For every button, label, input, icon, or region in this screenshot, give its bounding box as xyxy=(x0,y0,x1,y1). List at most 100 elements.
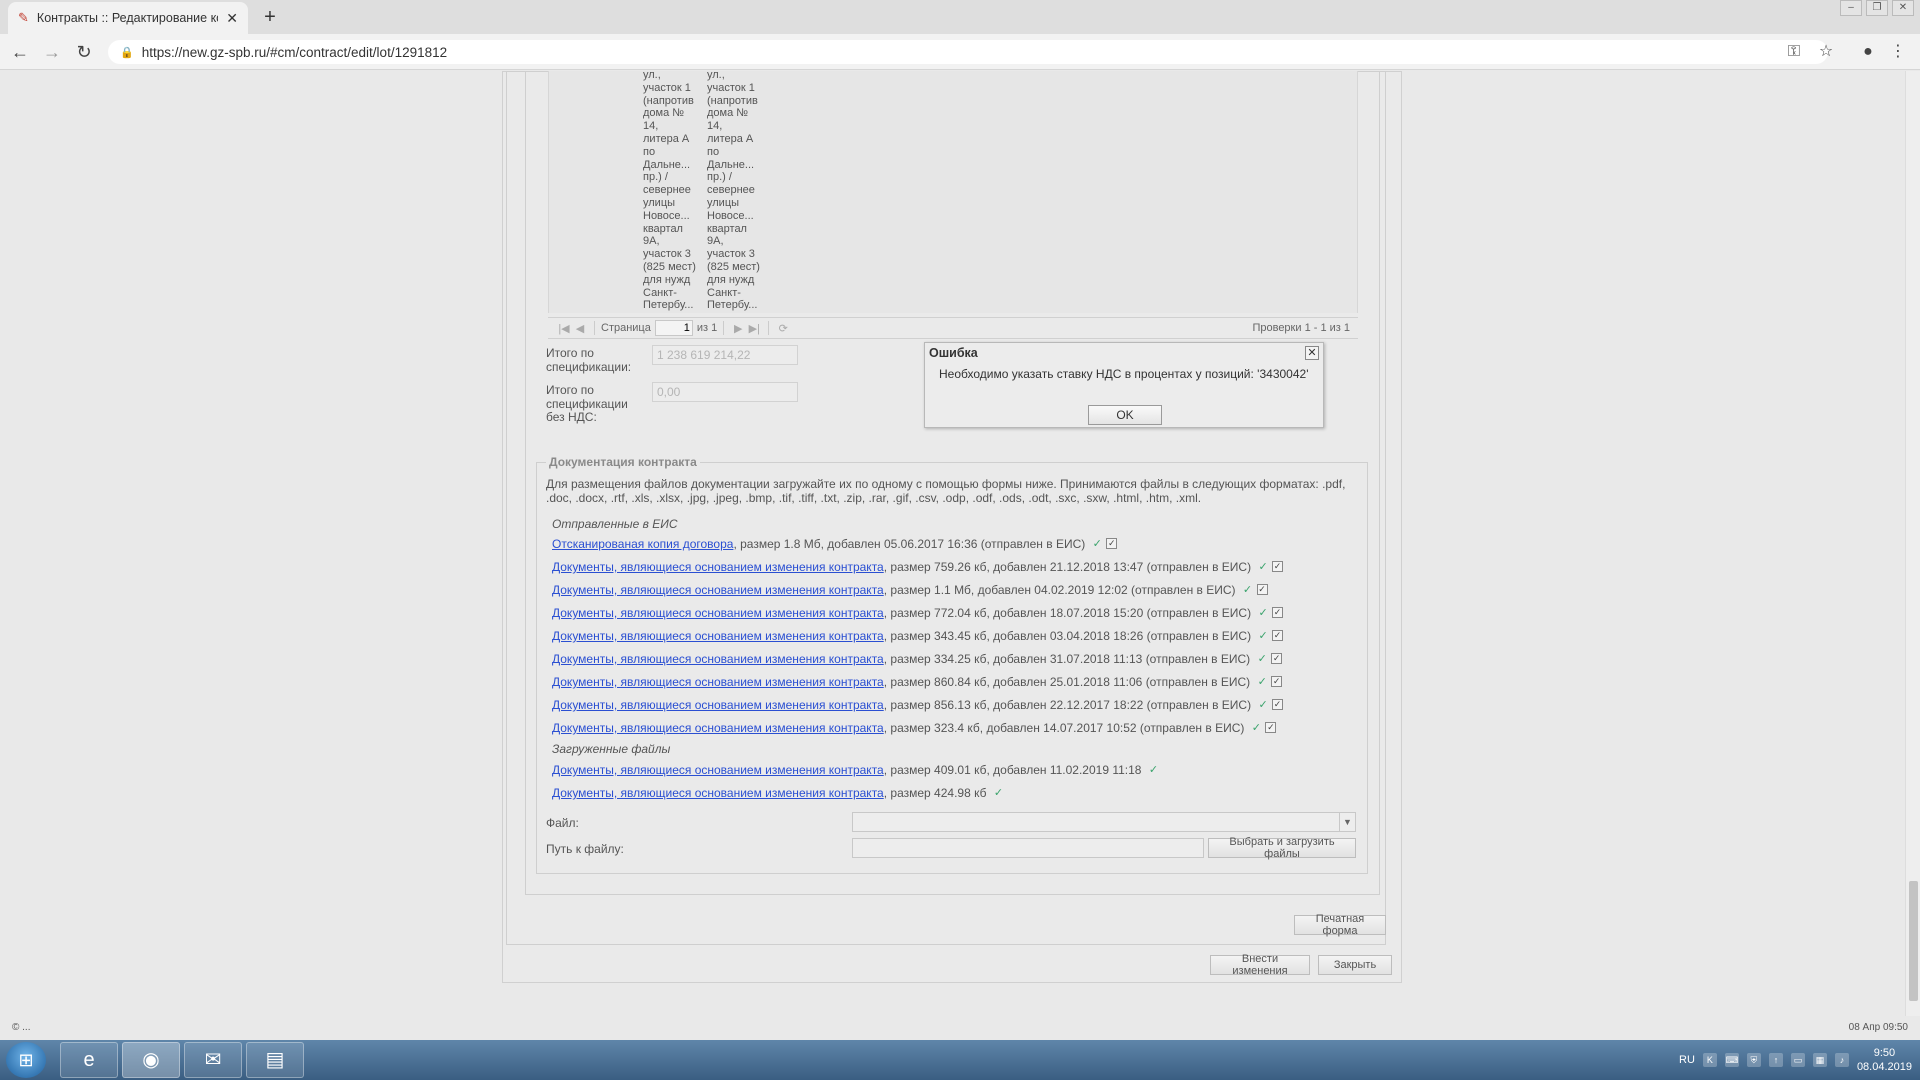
next-page-icon[interactable]: ▶ xyxy=(730,322,746,335)
path-label: Путь к файлу: xyxy=(546,842,624,856)
sent-checkbox[interactable]: ✓ xyxy=(1272,699,1284,710)
sent-checkbox[interactable]: ✓ xyxy=(1271,676,1283,687)
account-icon[interactable]: ● xyxy=(1858,42,1878,62)
address-bar[interactable]: 🔒 https://new.gz-spb.ru/#cm/contract/edi… xyxy=(108,40,1828,64)
table-cell-line: Новосе... xyxy=(643,209,690,222)
update-icon[interactable]: ↑ xyxy=(1768,1053,1783,1067)
document-link[interactable]: Документы, являющиеся основанием изменен… xyxy=(552,606,884,620)
table-cell-line: Дальне... xyxy=(707,158,755,171)
close-button[interactable]: Закрыть xyxy=(1318,955,1392,975)
sent-checkbox[interactable]: ✓ xyxy=(1272,607,1284,618)
network-icon[interactable]: ▦ xyxy=(1812,1053,1827,1067)
sent-checkbox[interactable]: ✓ xyxy=(1106,538,1118,549)
tab-title: Контракты :: Редактирование ко xyxy=(36,11,219,25)
dialog-close-icon[interactable]: ✕ xyxy=(1305,346,1319,360)
pager-separator xyxy=(768,321,770,335)
page-label: Страница xyxy=(601,322,651,334)
bookmark-star-icon[interactable]: ☆ xyxy=(1816,42,1836,62)
status-left: © ... xyxy=(12,1022,31,1033)
language-indicator[interactable]: RU xyxy=(1679,1054,1695,1066)
page-scrollbar[interactable] xyxy=(1905,71,1920,1016)
menu-icon[interactable]: ⋮ xyxy=(1888,42,1908,62)
chevron-down-icon[interactable]: ▼ xyxy=(1339,813,1355,831)
maximize-button[interactable]: ❐ xyxy=(1866,0,1888,16)
antivirus-icon[interactable]: K xyxy=(1702,1053,1717,1067)
document-link[interactable]: Документы, являющиеся основанием изменен… xyxy=(552,629,884,643)
dialog-ok-button[interactable]: OK xyxy=(1088,405,1162,425)
document-link[interactable]: Документы, являющиеся основанием изменен… xyxy=(552,560,884,574)
signature-icon[interactable]: ✓ xyxy=(1256,653,1268,665)
first-page-icon[interactable]: |◀ xyxy=(556,322,572,335)
signature-icon[interactable]: ✓ xyxy=(1250,722,1262,734)
document-link[interactable]: Документы, являющиеся основанием изменен… xyxy=(552,698,884,712)
display-icon[interactable]: ▭ xyxy=(1790,1053,1805,1067)
signature-icon[interactable]: ✓ xyxy=(1091,538,1103,550)
signature-icon[interactable]: ✓ xyxy=(992,787,1004,799)
minimize-button[interactable]: – xyxy=(1840,0,1862,16)
chrome-icon[interactable]: ◉ xyxy=(122,1042,180,1078)
ie-icon[interactable]: e xyxy=(60,1042,118,1078)
upload-files-button[interactable]: Выбрать и загрузить файлы xyxy=(1208,836,1356,860)
scrollbar-thumb[interactable] xyxy=(1909,881,1918,1001)
outlook-icon[interactable]: ✉ xyxy=(184,1042,242,1078)
signature-icon[interactable]: ✓ xyxy=(1242,584,1254,596)
signature-icon[interactable]: ✓ xyxy=(1147,764,1159,776)
signature-icon[interactable]: ✓ xyxy=(1256,676,1268,688)
browser-tab[interactable]: ✎ Контракты :: Редактирование ко ✕ xyxy=(8,2,248,34)
document-info: , размер 334.25 кб, добавлен 31.07.2018 … xyxy=(883,652,1251,666)
print-form-button[interactable]: Печатная форма xyxy=(1294,913,1386,937)
volume-icon[interactable]: ♪ xyxy=(1834,1053,1849,1067)
document-link[interactable]: Отсканированая копия договора xyxy=(552,537,733,551)
document-info: , размер 860.84 кб, добавлен 25.01.2018 … xyxy=(883,675,1251,689)
document-link[interactable]: Документы, являющиеся основанием изменен… xyxy=(552,652,884,666)
document-link[interactable]: Документы, являющиеся основанием изменен… xyxy=(552,763,884,777)
apply-changes-button[interactable]: Внести изменения xyxy=(1210,953,1310,977)
table-cell-line: Дальне... xyxy=(643,158,691,171)
table-cell-line: пр.) / xyxy=(707,171,732,184)
explorer-icon[interactable]: ▤ xyxy=(246,1042,304,1078)
taskbar-clock[interactable]: 9:50 08.04.2019 xyxy=(1857,1046,1912,1074)
keyboard-icon[interactable]: ⌨ xyxy=(1724,1053,1739,1067)
key-icon[interactable]: ⚿ xyxy=(1784,42,1804,62)
table-cell-line: Санкт- xyxy=(643,286,677,299)
sent-checkbox[interactable]: ✓ xyxy=(1265,722,1277,733)
page-number-input[interactable] xyxy=(654,320,693,336)
sent-checkbox[interactable]: ✓ xyxy=(1271,653,1283,664)
reload-icon[interactable]: ↻ xyxy=(74,42,94,62)
signature-icon[interactable]: ✓ xyxy=(1257,607,1269,619)
forward-icon[interactable]: → xyxy=(42,42,62,62)
uploaded-section-title: Загруженные файлы xyxy=(552,742,671,756)
signature-icon[interactable]: ✓ xyxy=(1257,699,1269,711)
file-path-input[interactable] xyxy=(852,838,1204,858)
table-cell-line: ул., xyxy=(643,71,661,81)
document-icons: ✓ ✓ xyxy=(1257,699,1284,711)
prev-page-icon[interactable]: ◀ xyxy=(572,322,588,335)
sent-checkbox[interactable]: ✓ xyxy=(1272,630,1284,641)
document-link[interactable]: Документы, являющиеся основанием изменен… xyxy=(552,786,884,800)
list-item: Документы, являющиеся основанием изменен… xyxy=(552,652,1283,666)
document-info: , размер 1.1 Мб, добавлен 04.02.2019 12:… xyxy=(883,583,1236,597)
error-dialog: Ошибка ✕ Необходимо указать ставку НДС в… xyxy=(924,342,1324,428)
last-page-icon[interactable]: ▶| xyxy=(746,322,762,335)
back-icon[interactable]: ← xyxy=(10,42,30,62)
document-link[interactable]: Документы, являющиеся основанием изменен… xyxy=(552,675,884,689)
signature-icon[interactable]: ✓ xyxy=(1257,630,1269,642)
sent-checkbox[interactable]: ✓ xyxy=(1272,561,1284,572)
start-button[interactable]: ⊞ xyxy=(6,1042,46,1078)
table-cell-line: 9А, xyxy=(707,235,724,248)
file-label: Файл: xyxy=(546,816,579,830)
document-link[interactable]: Документы, являющиеся основанием изменен… xyxy=(552,583,884,597)
signature-icon[interactable]: ✓ xyxy=(1257,561,1269,573)
new-tab-button[interactable]: + xyxy=(258,6,282,30)
sent-checkbox[interactable]: ✓ xyxy=(1256,584,1268,595)
file-type-select[interactable]: ▼ xyxy=(852,812,1356,832)
security-icon[interactable]: ⛨ xyxy=(1746,1053,1761,1067)
window-close-button[interactable]: ✕ xyxy=(1892,0,1914,16)
tab-close-icon[interactable]: ✕ xyxy=(226,10,238,27)
list-item: Документы, являющиеся основанием изменен… xyxy=(552,606,1284,620)
list-item: Документы, являющиеся основанием изменен… xyxy=(552,629,1284,643)
refresh-icon[interactable]: ⟳ xyxy=(775,322,791,335)
table-cell-line: 14, xyxy=(643,120,659,133)
document-link[interactable]: Документы, являющиеся основанием изменен… xyxy=(552,721,884,735)
browser-toolbar: ← → ↻ 🔒 https://new.gz-spb.ru/#cm/contra… xyxy=(0,34,1920,70)
